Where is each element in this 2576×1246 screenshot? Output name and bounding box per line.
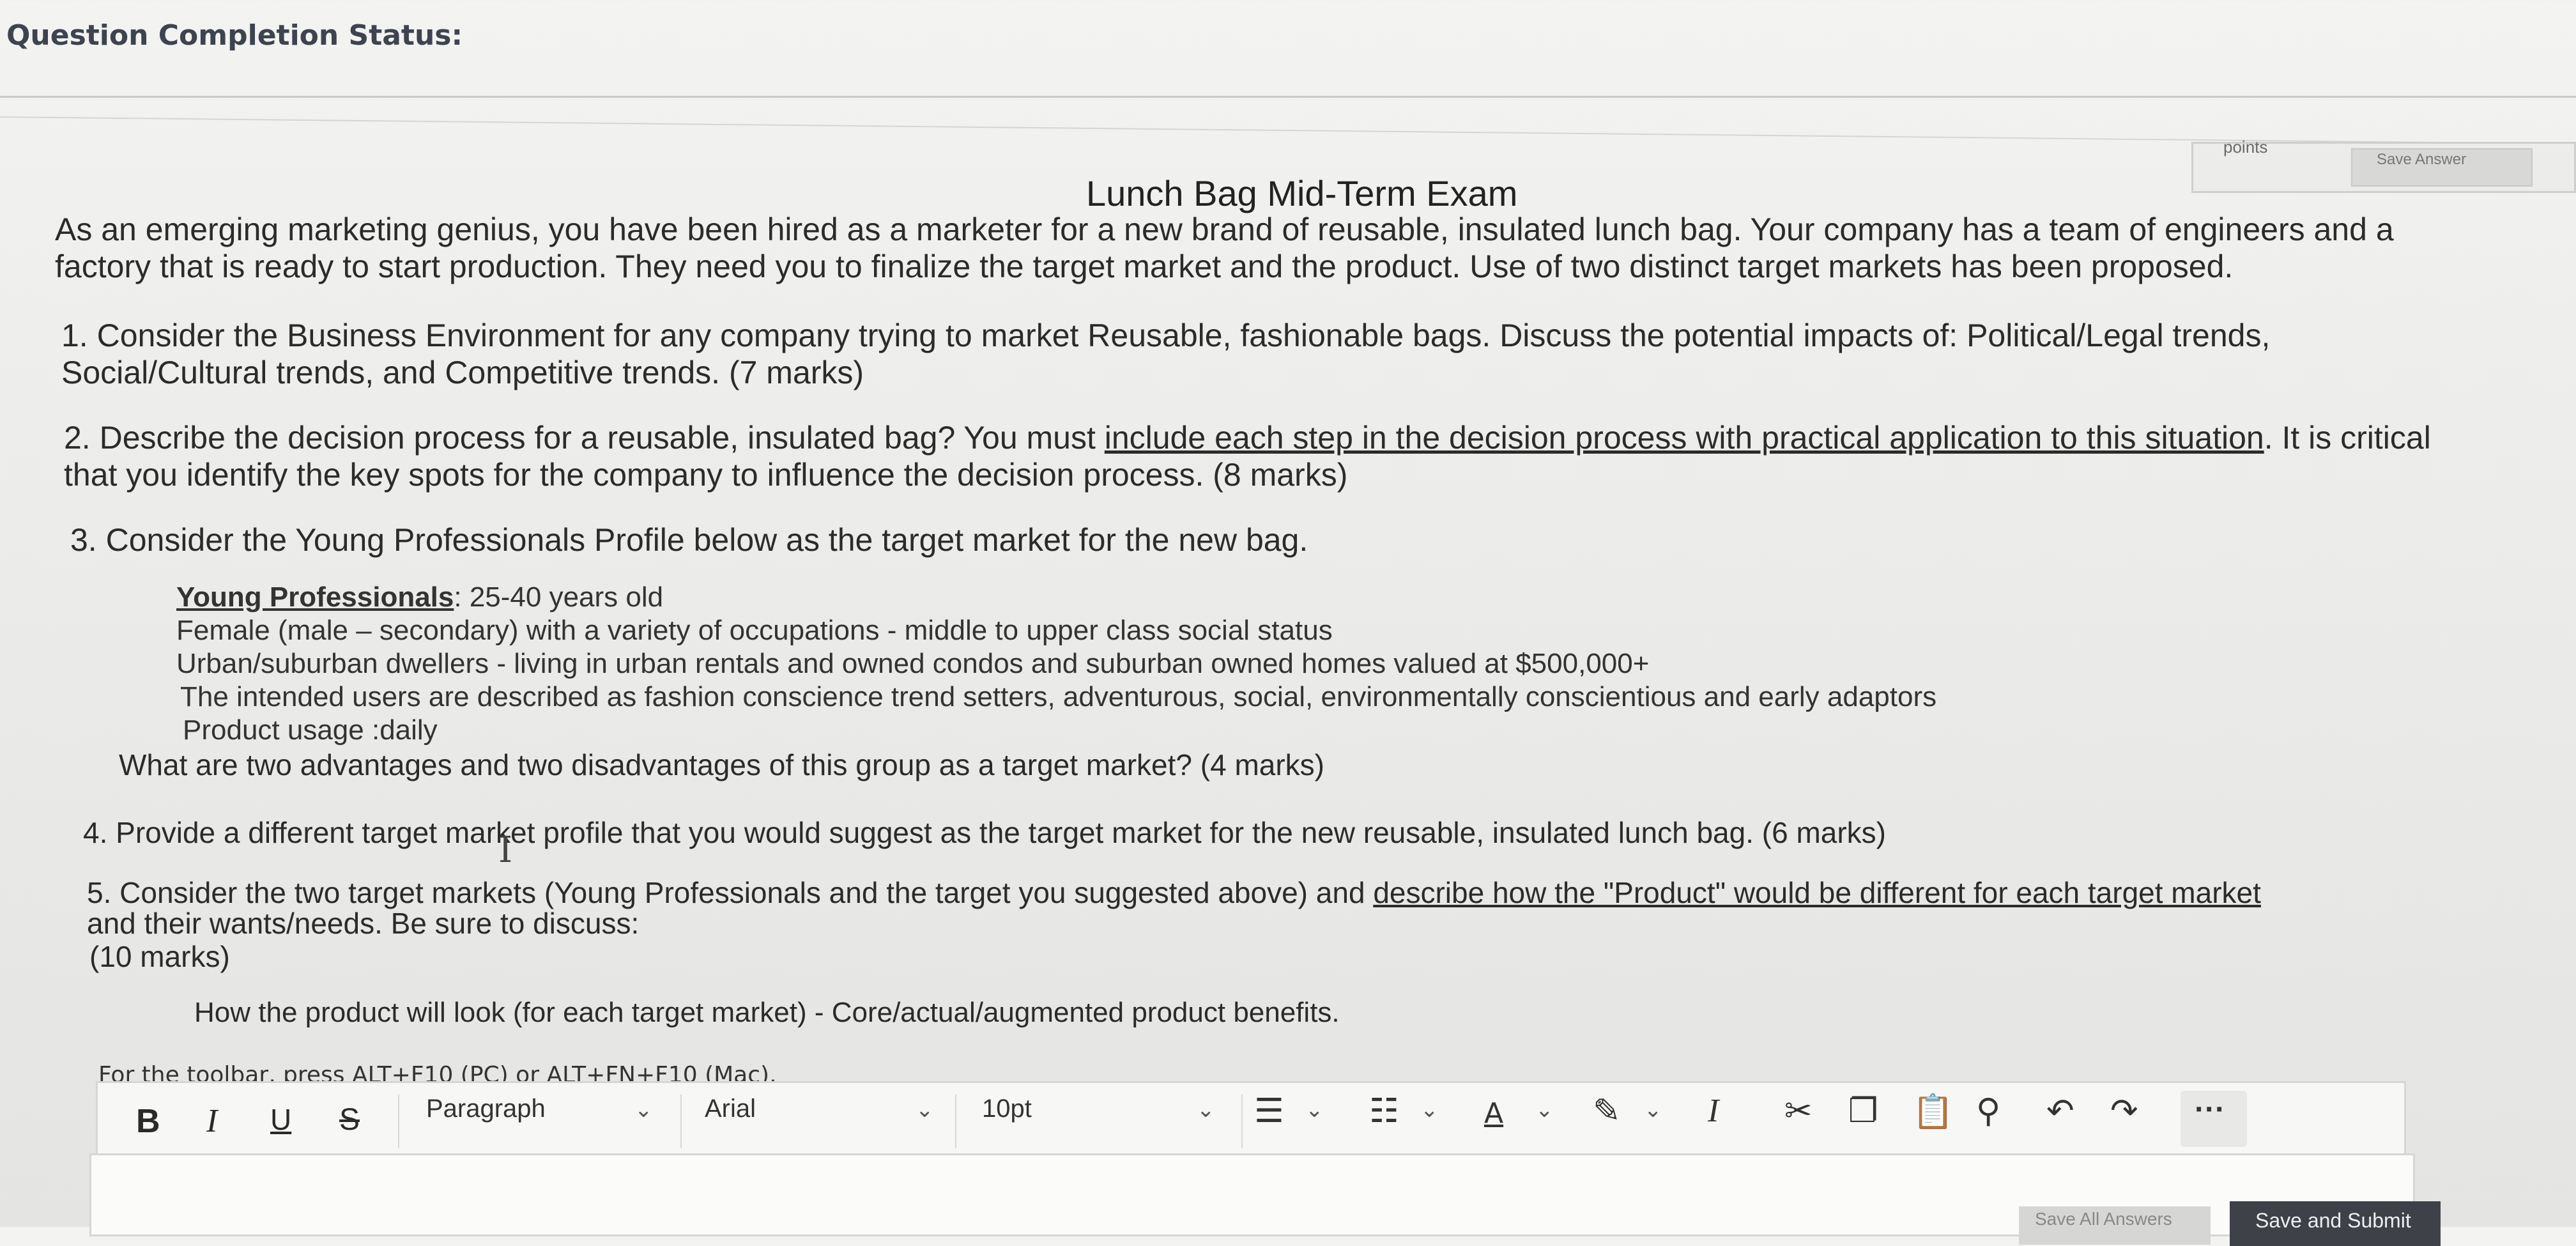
chevron-down-icon[interactable]: ⌄ — [1420, 1097, 1439, 1123]
question-4: 4. Provide a different target market pro… — [83, 816, 1886, 849]
save-all-answers-label: Save All Answers — [2035, 1209, 2172, 1229]
question-2-text: . It is critical — [2264, 420, 2431, 456]
profile-users: The intended users are described as fash… — [180, 681, 1937, 712]
bold-button[interactable]: B — [136, 1102, 160, 1141]
paragraph-select[interactable]: Paragraph — [426, 1095, 546, 1123]
question-2: 2. Describe the decision process for a r… — [64, 419, 2431, 456]
toolbar-divider — [398, 1095, 399, 1148]
question-2-text: 2. Describe the decision process for a r… — [64, 420, 1105, 456]
undo-icon[interactable]: ↶ — [2046, 1092, 2074, 1130]
strikethrough-button[interactable]: S — [339, 1102, 360, 1137]
profile-heading: Young Professionals: 25-40 years old — [176, 581, 663, 613]
chevron-down-icon[interactable]: ⌄ — [1644, 1097, 1662, 1123]
numbered-list-icon[interactable]: ☷ — [1369, 1092, 1399, 1130]
toolbar-divider — [680, 1095, 682, 1148]
intro-text: factory that is ready to start productio… — [55, 249, 2234, 284]
profile-age: : 25-40 years old — [454, 581, 664, 613]
text-color-icon[interactable]: A — [1484, 1097, 1503, 1130]
chevron-down-icon[interactable]: ⌄ — [1197, 1097, 1215, 1123]
question-5: and their wants/needs. Be sure to discus… — [87, 907, 640, 940]
cut-icon[interactable]: ✂ — [1784, 1092, 1813, 1130]
underline-button[interactable]: U — [270, 1102, 291, 1137]
clear-formatting-icon[interactable]: I — [1708, 1092, 1719, 1130]
divider — [0, 96, 2576, 98]
editor-toolbar: B I U S Paragraph ⌄ Arial ⌄ 10pt ⌄ ☰ ⌄ ☷… — [96, 1081, 2406, 1158]
exam-title: Lunch Bag Mid-Term Exam — [1086, 173, 1518, 213]
chevron-down-icon[interactable]: ⌄ — [1305, 1097, 1324, 1123]
highlight-icon[interactable]: ✎ — [1593, 1092, 1621, 1130]
save-answer-label: Save Answer — [2377, 151, 2467, 168]
question-5: 5. Consider the two target markets (Youn… — [87, 875, 2261, 910]
bulleted-list-icon[interactable]: ☰ — [1254, 1092, 1284, 1130]
question-2-emphasis: include each step in the decision proces… — [1104, 420, 2264, 456]
chevron-down-icon[interactable]: ⌄ — [916, 1097, 934, 1123]
question-2: that you identify the key spots for the … — [64, 457, 1348, 493]
toolbar-divider — [955, 1095, 956, 1148]
question-5-point: How the product will look (for each targ… — [194, 997, 1340, 1028]
question-1: 1. Consider the Business Environment for… — [61, 318, 2271, 353]
text-cursor-icon: I — [498, 829, 513, 871]
question-5-emphasis: describe how the "Product" would be diff… — [1373, 876, 2261, 909]
copy-icon[interactable]: ❐ — [1848, 1092, 1878, 1130]
profile-title: Young Professionals — [176, 581, 454, 613]
question-completion-status: Question Completion Status: — [6, 19, 463, 52]
profile-gender: Female (male – secondary) with a variety… — [176, 615, 1333, 646]
intro-text: As an emerging marketing genius, you hav… — [55, 212, 2394, 247]
search-icon[interactable]: ⚲ — [1976, 1092, 2000, 1130]
profile-location: Urban/suburban dwellers - living in urba… — [176, 648, 1650, 679]
profile-usage: Product usage :daily — [183, 714, 438, 746]
italic-button[interactable]: I — [206, 1102, 217, 1140]
points-label: points — [2223, 137, 2268, 157]
question-5-marks: (10 marks) — [89, 940, 230, 973]
question-1: Social/Cultural trends, and Competitive … — [61, 355, 864, 390]
toolbar-divider — [1241, 1095, 1243, 1148]
divider — [0, 116, 2576, 145]
redo-icon[interactable]: ↷ — [2110, 1092, 2138, 1130]
font-size-select[interactable]: 10pt — [982, 1095, 1032, 1123]
paste-icon[interactable]: 📋 — [1912, 1092, 1954, 1131]
question-5-text: 5. Consider the two target markets (Youn… — [87, 876, 1374, 909]
save-and-submit-label: Save and Submit — [2255, 1209, 2411, 1232]
chevron-down-icon[interactable]: ⌄ — [1535, 1097, 1554, 1123]
question-3: 3. Consider the Young Professionals Prof… — [70, 522, 1308, 558]
question-3-question: What are two advantages and two disadvan… — [119, 748, 1324, 781]
font-select[interactable]: Arial — [705, 1095, 756, 1123]
more-icon: ··· — [2195, 1093, 2225, 1127]
chevron-down-icon[interactable]: ⌄ — [634, 1097, 653, 1123]
